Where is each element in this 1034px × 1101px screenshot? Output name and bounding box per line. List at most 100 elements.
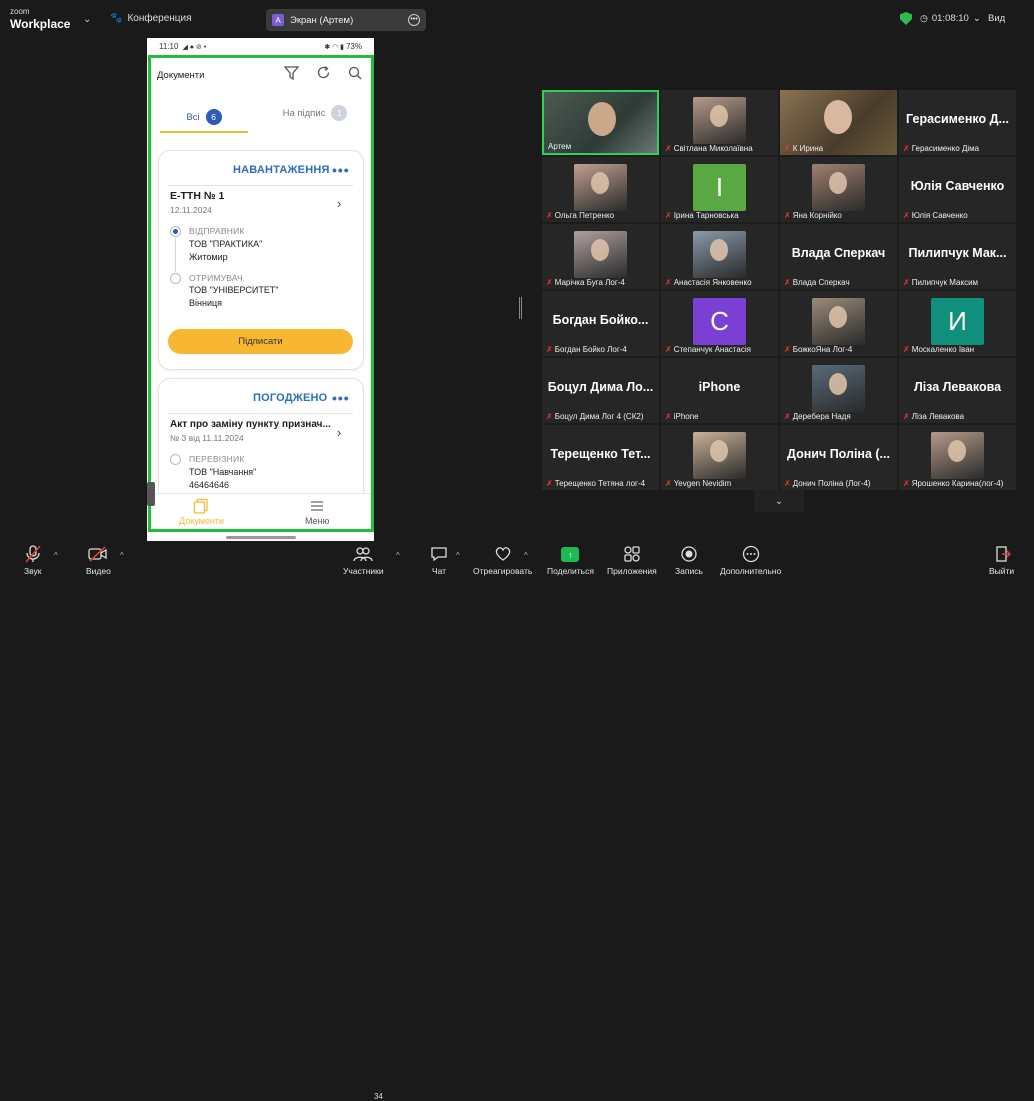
avatar-face: [710, 239, 728, 261]
participant-display-name: Донич Поліна (...: [787, 447, 890, 461]
participant-name: Пилипчук Максим: [911, 278, 979, 287]
status-badge: НАВАНТАЖЕННЯ: [233, 164, 330, 176]
tab-to-sign[interactable]: На підпис 1: [270, 103, 360, 123]
documents-icon: [193, 498, 209, 516]
participant-name-label: ✗ Ольга Петренко: [546, 211, 614, 220]
mic-muted-icon: ✗: [784, 345, 791, 354]
leave-label: Выйти: [989, 566, 1015, 576]
participant-tile[interactable]: Терещенко Тет... ✗ Терещенко Тетяна лог-4: [542, 425, 659, 490]
card-menu-icon[interactable]: •••: [332, 162, 350, 178]
tab-all[interactable]: Всі 6: [160, 103, 248, 133]
participant-name: Терещенко Тетяна лог-4: [554, 479, 646, 488]
participant-tile[interactable]: ✗ Світлана Миколаївна: [661, 90, 778, 155]
chevron-right-icon[interactable]: ›: [337, 196, 341, 211]
audio-options-caret-icon[interactable]: ^: [54, 551, 58, 560]
participant-tile[interactable]: Боцул Дима Ло... ✗ Боцул Дима Лог 4 (СК2): [542, 358, 659, 423]
receiver-org: ТОВ "УНІВЕРСИТЕТ": [189, 285, 279, 295]
participant-tile[interactable]: iPhone ✗ iPhone: [661, 358, 778, 423]
refresh-icon[interactable]: [316, 65, 331, 83]
reactions-button[interactable]: Отреагировать: [473, 545, 532, 576]
participant-name-label: ✗ БожкоЯна Лог-4: [784, 345, 852, 354]
split-view-handle[interactable]: [519, 297, 522, 319]
participant-tile[interactable]: ✗ Деребера Надя: [780, 358, 897, 423]
view-button[interactable]: Вид: [988, 13, 1005, 24]
security-shield-icon[interactable]: [900, 12, 912, 25]
participant-tile[interactable]: Богдан Бойко... ✗ Богдан Бойко Лог-4: [542, 291, 659, 356]
participants-button[interactable]: Участники: [343, 545, 384, 576]
participant-tile[interactable]: Ліза Левакова ✗ Ліза Левакова: [899, 358, 1016, 423]
participant-tile[interactable]: ✗ Анастасія Янковенко: [661, 224, 778, 289]
mic-muted-icon: ✗: [784, 211, 791, 220]
participant-tile[interactable]: Юлія Савченко ✗ Юлія Савченко: [899, 157, 1016, 222]
participant-display-name: Богдан Бойко...: [552, 313, 649, 327]
screen-share-pill[interactable]: A Экран (Артем) •••: [266, 9, 426, 31]
search-icon[interactable]: [348, 66, 362, 83]
scroll-handle[interactable]: [147, 482, 155, 506]
participant-name: Богдан Бойко Лог-4: [554, 345, 627, 354]
participant-avatar: [812, 164, 865, 211]
mic-muted-icon: ✗: [665, 412, 672, 421]
participant-tile[interactable]: Пилипчук Мак... ✗ Пилипчук Максим: [899, 224, 1016, 289]
participant-tile[interactable]: Герасименко Д... ✗ Герасименко Діма: [899, 90, 1016, 155]
participant-tile[interactable]: ✗ БожкоЯна Лог-4: [780, 291, 897, 356]
participant-tile[interactable]: I ✗ Ірина Тарновська: [661, 157, 778, 222]
video-button[interactable]: Видео: [86, 545, 111, 576]
record-button[interactable]: Запись: [675, 545, 703, 576]
leave-icon: [993, 545, 1011, 565]
conference-button[interactable]: 🐾 Конференция: [110, 13, 192, 24]
carrier-dot-icon: [170, 454, 181, 465]
card-menu-icon[interactable]: •••: [332, 390, 350, 406]
leave-button[interactable]: Выйти: [989, 545, 1014, 576]
participant-tile[interactable]: ✗ К Ирина: [780, 90, 897, 155]
meeting-toolbar: Звук ^ Видео ^ Участники 34 ^ Чат ^ Отре…: [0, 541, 1034, 1101]
participant-name: Герасименко Діма: [911, 144, 980, 153]
participant-initial-avatar: И: [931, 298, 984, 345]
more-button[interactable]: Дополнительно: [720, 545, 781, 576]
mic-muted-icon: ✗: [903, 412, 910, 421]
sign-button[interactable]: Підписати: [168, 329, 353, 354]
participant-name-label: ✗ Яна Корнійко: [784, 211, 842, 220]
divider: [168, 185, 353, 186]
signal-icons: ✱ ◠ ▮: [324, 44, 346, 51]
participant-tile[interactable]: ✗ Yevgen Nevidim: [661, 425, 778, 490]
participant-display-name: Влада Сперкач: [791, 246, 886, 260]
avatar-face: [591, 239, 609, 261]
tab-all-label: Всі: [186, 111, 200, 123]
filter-icon[interactable]: [283, 66, 300, 83]
participant-name-label: Артем: [548, 142, 571, 151]
more-label: Дополнительно: [720, 566, 782, 576]
share-screen-button[interactable]: ↑ Поделиться: [547, 545, 594, 576]
chevron-down-icon[interactable]: ⌄: [83, 14, 91, 25]
apps-button[interactable]: Приложения: [607, 545, 657, 576]
participants-options-caret-icon[interactable]: ^: [396, 551, 400, 560]
nav-documents[interactable]: Документи: [179, 498, 224, 526]
document-name: Е-ТТН № 1: [170, 190, 225, 202]
chat-options-caret-icon[interactable]: ^: [456, 551, 460, 560]
nav-menu[interactable]: Меню: [305, 498, 329, 526]
participant-avatar: [574, 164, 627, 211]
audio-button[interactable]: Звук: [24, 545, 41, 576]
participant-tile[interactable]: ✗ Марічка Буга Лог-4: [542, 224, 659, 289]
participant-tile[interactable]: Донич Поліна (... ✗ Донич Поліна (Лог-4): [780, 425, 897, 490]
screen-share-label: Экран (Артем): [290, 14, 354, 26]
participant-tile[interactable]: Влада Сперкач ✗ Влада Сперкач: [780, 224, 897, 289]
participant-name: Артем: [548, 142, 572, 151]
participant-tile[interactable]: ✗ Ольга Петренко: [542, 157, 659, 222]
mic-muted-icon: ✗: [784, 412, 791, 421]
participant-tile[interactable]: Артем: [542, 90, 659, 155]
video-options-caret-icon[interactable]: ^: [120, 551, 124, 560]
participant-tile[interactable]: ✗ Яна Корнійко: [780, 157, 897, 222]
gallery-scroll-down-icon[interactable]: ⌄: [754, 490, 804, 512]
chevron-right-icon[interactable]: ›: [337, 425, 341, 440]
meeting-timer[interactable]: ◷ 01:08:10 ⌄: [920, 13, 981, 24]
participant-tile[interactable]: И ✗ Москаленко Іван: [899, 291, 1016, 356]
participant-tile[interactable]: C ✗ Степанчук Анастасія: [661, 291, 778, 356]
phone-home-indicator: [226, 536, 296, 539]
participant-name: Ольга Петренко: [554, 211, 615, 220]
reactions-options-caret-icon[interactable]: ^: [524, 551, 528, 560]
participant-tile[interactable]: ✗ Ярошенко Карина(лог-4): [899, 425, 1016, 490]
participant-name: iPhone: [673, 412, 699, 421]
chat-button[interactable]: Чат: [430, 545, 448, 576]
participant-name-label: ✗ Москаленко Іван: [903, 345, 974, 354]
more-options-icon[interactable]: •••: [408, 14, 420, 26]
